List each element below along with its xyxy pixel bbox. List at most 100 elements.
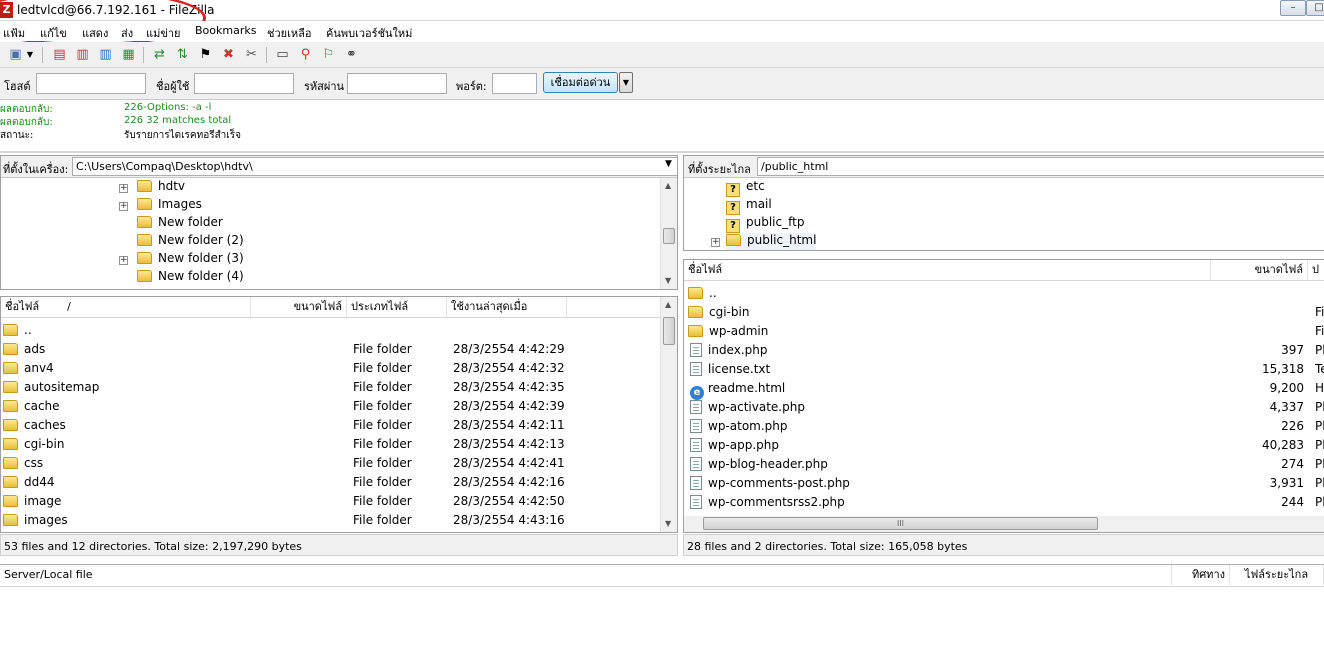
list-item[interactable]: caches File folder 28/3/2554 4:42:11 (1, 416, 660, 435)
chevron-down-icon[interactable]: ▼ (665, 159, 672, 169)
menu-view[interactable]: แสดง (82, 24, 108, 42)
host-input[interactable] (36, 73, 146, 94)
file-type: Pl (1315, 343, 1324, 357)
minimize-button[interactable]: – (1280, 0, 1306, 16)
list-item[interactable]: wp-comments-post.php 3,931 Pl (684, 474, 1324, 493)
scroll-up-icon[interactable]: ▲ (665, 300, 671, 309)
list-item[interactable]: cgi-bin Fi (684, 303, 1324, 322)
column-filesize[interactable]: ขนาดไฟล์ (251, 297, 347, 317)
list-item[interactable]: dd44 File folder 28/3/2554 4:42:16 (1, 473, 660, 492)
tree-item[interactable]: New folder (3) (137, 251, 244, 269)
list-item[interactable]: wp-admin Fi (684, 322, 1324, 341)
remote-list-hscrollbar[interactable]: III (684, 516, 1324, 532)
site-manager-icon[interactable]: ▣ (6, 46, 25, 64)
message-log-icon[interactable]: ▤ (50, 46, 69, 64)
list-item[interactable]: license.txt 15,318 Te (684, 360, 1324, 379)
tree-item[interactable]: New folder (2) (137, 233, 244, 251)
sync-browse-icon[interactable]: ⚲ (296, 46, 315, 64)
menu-bookmarks[interactable]: Bookmarks (195, 24, 256, 37)
tree-item[interactable]: New folder (4) (137, 269, 244, 287)
list-item[interactable]: images File folder 28/3/2554 4:43:16 (1, 511, 660, 530)
list-item[interactable]: css File folder 28/3/2554 4:42:41 (1, 454, 660, 473)
tree-item[interactable]: ? public_ftp (726, 215, 804, 233)
list-item[interactable]: image File folder 28/3/2554 4:42:50 (1, 492, 660, 511)
process-queue-icon[interactable]: ⇅ (173, 46, 192, 64)
site-manager-dropdown-icon[interactable]: ▼ (25, 46, 35, 64)
menu-file[interactable]: แฟ้ม (3, 24, 25, 42)
scroll-thumb[interactable]: III (703, 517, 1098, 530)
filter-icon[interactable]: ⚑ (196, 46, 215, 64)
tree-item[interactable]: New folder (137, 215, 223, 233)
remote-path-input[interactable]: /public_html (757, 157, 1324, 176)
cancel-icon[interactable]: ✖ (219, 46, 238, 64)
tree-item-label: etc (746, 179, 765, 193)
remote-tree-pane: ที่ตั้งระยะไกล /public_html ? etc ? mail ?… (683, 155, 1324, 251)
local-tree-scrollbar[interactable]: ▲ ▼ (660, 178, 677, 289)
tree-expander-icon[interactable]: + (119, 202, 128, 211)
search-icon[interactable]: ⚐ (319, 46, 338, 64)
transfer-queue-icon[interactable]: ▦ (119, 46, 138, 64)
menu-edit[interactable]: แก้ไข (40, 24, 67, 42)
menu-new-version[interactable]: ค้นพบเวอร์ชันใหม่ (326, 24, 412, 42)
tree-expander-icon[interactable]: + (119, 184, 128, 193)
list-item[interactable]: e readme.html 9,200 H (684, 379, 1324, 400)
quickconnect-dropdown-icon[interactable]: ▼ (619, 72, 633, 93)
tree-item-selected[interactable]: public_html (726, 233, 817, 250)
column-filesize[interactable]: ขนาดไฟล์ (1211, 260, 1308, 280)
file-name: caches (24, 418, 66, 432)
local-status: 53 files and 12 directories. Total size:… (0, 534, 678, 556)
column-filename[interactable]: ชื่อไฟล์ (684, 260, 1211, 280)
list-item[interactable]: wp-blog-header.php 274 Pl (684, 455, 1324, 474)
local-list-scrollbar[interactable]: ▲ ▼ (660, 297, 677, 532)
tree-expander-icon[interactable]: + (119, 256, 128, 265)
port-input[interactable] (492, 73, 537, 94)
list-item[interactable]: cache File folder 28/3/2554 4:42:39 (1, 397, 660, 416)
menu-transfer[interactable]: ส่ง (121, 24, 133, 42)
column-modified[interactable]: ใช้งานล่าสุดเมื่อ (447, 297, 567, 317)
list-item[interactable]: autositemap File folder 28/3/2554 4:42:3… (1, 378, 660, 397)
tree-item[interactable]: ? etc (726, 179, 765, 197)
list-item[interactable]: .. (1, 321, 660, 340)
username-input[interactable] (194, 73, 294, 94)
compare-icon[interactable]: ▭ (273, 46, 292, 64)
scroll-up-icon[interactable]: ▲ (665, 181, 671, 190)
tree-item[interactable]: Images (137, 197, 202, 215)
binoculars-icon[interactable]: ⚭ (342, 46, 361, 64)
disconnect-icon[interactable]: ✂ (242, 46, 261, 64)
tree-item[interactable]: ? mail (726, 197, 772, 215)
list-item[interactable]: anv4 File folder 28/3/2554 4:42:32 (1, 359, 660, 378)
file-name: wp-commentsrss2.php (708, 495, 845, 509)
tree-expander-icon[interactable]: + (711, 238, 720, 247)
list-item[interactable]: index.php 397 Pl (684, 341, 1324, 360)
message-log: ผลตอบกลับ: 226-Options: -a -l ผลตอบกลับ:… (0, 100, 1324, 153)
local-tree-icon[interactable]: ▥ (73, 46, 92, 64)
list-item[interactable]: cgi-bin File folder 28/3/2554 4:42:13 (1, 435, 660, 454)
quickconnect-button[interactable]: เชื่อมต่อด่วน (543, 72, 618, 93)
folder-icon (688, 306, 703, 318)
file-type: Fi (1315, 305, 1324, 319)
scroll-down-icon[interactable]: ▼ (665, 519, 671, 528)
column-filetype[interactable]: ป (1308, 260, 1324, 280)
column-server-local-file[interactable]: Server/Local file (0, 565, 1172, 585)
column-direction[interactable]: ทิศทาง (1172, 565, 1230, 585)
column-remote-file[interactable]: ไฟล์ระยะไกล (1230, 565, 1324, 585)
scroll-thumb[interactable] (663, 317, 675, 345)
password-input[interactable] (347, 73, 447, 94)
list-item[interactable]: wp-app.php 40,283 Pl (684, 436, 1324, 455)
scroll-thumb[interactable] (663, 228, 675, 244)
scroll-down-icon[interactable]: ▼ (665, 276, 671, 285)
list-item[interactable]: .. (684, 284, 1324, 303)
local-path-input[interactable]: C:\Users\Compaq\Desktop\hdtv\ (72, 157, 677, 176)
list-item[interactable]: wp-commentsrss2.php 244 Pl (684, 493, 1324, 512)
list-item[interactable]: wp-atom.php 226 Pl (684, 417, 1324, 436)
menu-help[interactable]: ช่วยเหลือ (267, 24, 311, 42)
column-filetype[interactable]: ประเภทไฟล์ (347, 297, 447, 317)
menu-server[interactable]: แม่ข่าย (146, 24, 180, 42)
maximize-button[interactable]: □ (1306, 0, 1324, 16)
list-item[interactable]: ads File folder 28/3/2554 4:42:29 (1, 340, 660, 359)
list-item[interactable]: wp-activate.php 4,337 Pl (684, 398, 1324, 417)
refresh-icon[interactable]: ⇄ (150, 46, 169, 64)
column-filename[interactable]: ชื่อไฟล์ / (1, 297, 251, 317)
tree-item[interactable]: hdtv (137, 179, 185, 197)
remote-tree-icon[interactable]: ▥ (96, 46, 115, 64)
